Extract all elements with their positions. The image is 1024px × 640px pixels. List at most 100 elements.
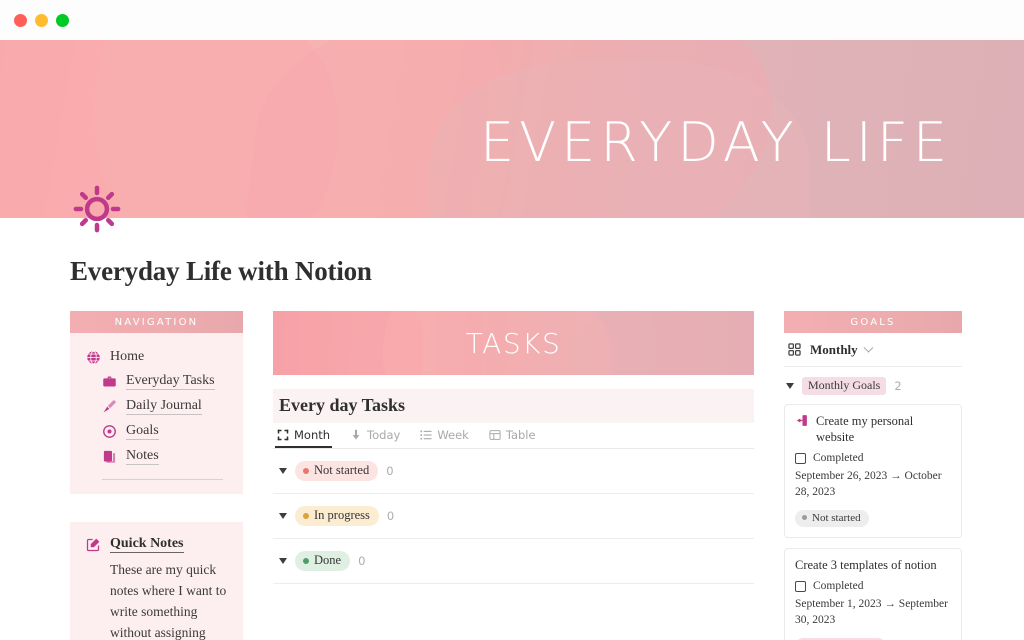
goals-header: GOALS	[784, 311, 962, 333]
goal-card-header: Create 3 templates of notion	[795, 558, 951, 574]
close-button[interactable]	[14, 13, 27, 27]
goals-group-count: 2	[894, 379, 902, 393]
goal-card-checkbox-row[interactable]: Completed	[795, 452, 951, 464]
edit-square-icon	[86, 537, 101, 552]
gallery-icon	[788, 342, 803, 358]
status-group-done[interactable]: Done 0	[273, 539, 754, 584]
sidebar-item-daily-journal[interactable]: Daily Journal	[70, 394, 243, 419]
goals-view-select[interactable]: Monthly	[784, 333, 962, 367]
page-header: Everyday Life with Notion	[0, 185, 1024, 287]
goal-card-checkbox-row[interactable]: Completed	[795, 580, 951, 592]
status-dot	[802, 515, 807, 521]
sidebar-item-home[interactable]: Home	[70, 345, 243, 369]
tasks-banner-title: TASKS	[465, 326, 562, 360]
tab-label: Month	[294, 428, 331, 442]
tasks-database-title-bar: Every day Tasks	[273, 389, 754, 423]
cover-blob	[50, 40, 550, 218]
content-columns: NAVIGATION Home Everyday Tasks Daily Jou…	[0, 287, 1024, 640]
navigation-card: Home Everyday Tasks Daily Journal Goals …	[70, 333, 243, 495]
sidebar-item-everyday-tasks[interactable]: Everyday Tasks	[70, 369, 243, 394]
completed-label: Completed	[813, 580, 864, 593]
goal-status-label: Not started	[812, 511, 861, 524]
today-icon	[350, 429, 362, 441]
sidebar-item-label: Notes	[126, 448, 159, 466]
cover-blob	[0, 40, 361, 218]
sidebar-item-label: Daily Journal	[126, 398, 202, 416]
sidebar-item-notes[interactable]: Notes	[70, 444, 243, 469]
briefcase-icon	[102, 374, 117, 389]
quick-notes-card[interactable]: Quick Notes These are my quick notes whe…	[70, 522, 243, 640]
sidebar-item-label: Home	[110, 349, 145, 364]
sidebar-item-label: Everyday Tasks	[126, 373, 215, 391]
collapse-caret-icon[interactable]	[786, 383, 794, 389]
status-label: In progress	[314, 508, 370, 522]
navigation-header: NAVIGATION	[70, 311, 243, 333]
status-group-not-started[interactable]: Not started 0	[273, 449, 754, 494]
status-count: 0	[386, 464, 394, 478]
status-label: Not started	[314, 463, 370, 477]
minimize-button[interactable]	[35, 13, 48, 27]
status-badge: In progress	[295, 506, 379, 526]
page-title: Everyday Life with Notion	[70, 256, 372, 286]
status-group-in-progress[interactable]: In progress 0	[273, 494, 754, 539]
sidebar-item-label: Goals	[126, 423, 159, 441]
view-tabs: Month Today Week Table	[273, 423, 754, 449]
completed-checkbox[interactable]	[795, 452, 806, 464]
sun-icon[interactable]	[70, 182, 124, 236]
sidebar-item-goals[interactable]: Goals	[70, 419, 243, 444]
login-door-icon	[795, 414, 810, 429]
paintbrush-icon	[102, 399, 117, 414]
status-badge: Done	[295, 551, 351, 571]
maximize-button[interactable]	[56, 13, 69, 27]
status-count: 0	[358, 554, 366, 568]
books-icon	[102, 449, 117, 464]
goal-card-dates: September 1, 2023 → September 30, 2023	[795, 598, 948, 626]
left-column: NAVIGATION Home Everyday Tasks Daily Jou…	[70, 311, 243, 640]
collapse-caret-icon[interactable]	[279, 513, 287, 519]
navigation-divider	[102, 479, 223, 481]
quick-notes-body: These are my quick notes where I want to…	[110, 562, 227, 640]
chevron-down-icon[interactable]	[863, 342, 874, 353]
window-titlebar	[0, 0, 1024, 40]
tasks-database-title: Every day Tasks	[279, 395, 406, 415]
status-dot	[303, 467, 309, 474]
status-count: 0	[386, 509, 395, 523]
goal-card[interactable]: Create my personal website Completed Sep…	[784, 404, 962, 538]
goal-status-badge: Not started	[795, 509, 869, 527]
cover-title: EVERYDAY LIFE	[480, 111, 952, 174]
globe-icon	[86, 350, 101, 365]
status-label: Done	[314, 553, 342, 567]
collapse-caret-icon[interactable]	[279, 558, 287, 564]
tab-label: Today	[367, 428, 401, 442]
goals-group-label: Monthly Goals	[802, 377, 887, 395]
tasks-banner: TASKS	[273, 311, 754, 375]
status-badge: Not started	[295, 461, 379, 481]
goal-card-title: Create my personal website	[816, 414, 914, 444]
tasks-banner-blob	[573, 311, 754, 375]
tab-week[interactable]: Week	[418, 423, 471, 448]
tab-label: Week	[437, 428, 469, 442]
tab-today[interactable]: Today	[348, 423, 402, 448]
list-icon	[420, 429, 432, 441]
status-dot	[303, 557, 309, 564]
goals-column: GOALS Monthly Monthly Goals 2 Create my …	[784, 311, 962, 640]
tab-table[interactable]: Table	[487, 423, 538, 448]
collapse-caret-icon[interactable]	[279, 468, 287, 474]
table-icon	[489, 429, 501, 441]
quick-notes-header: Quick Notes	[86, 536, 227, 554]
status-dot	[303, 512, 309, 519]
tab-month[interactable]: Month	[275, 423, 332, 448]
tab-label: Table	[505, 428, 536, 442]
completed-label: Completed	[813, 452, 864, 465]
tasks-column: TASKS Every day Tasks Month Today Week T…	[273, 311, 754, 584]
cover-banner: EVERYDAY LIFE	[0, 40, 1024, 218]
month-icon	[277, 429, 289, 441]
goal-card-dates: September 26, 2023 → October 28, 2023	[795, 470, 942, 498]
quick-notes-title: Quick Notes	[110, 536, 184, 554]
goals-view-label: Monthly	[810, 342, 858, 357]
goals-group-row[interactable]: Monthly Goals 2	[784, 367, 962, 404]
completed-checkbox[interactable]	[795, 580, 806, 592]
goal-card[interactable]: Create 3 templates of notion Completed S…	[784, 547, 962, 640]
tasks-banner-blob	[273, 311, 423, 375]
goal-card-header: Create my personal website	[795, 414, 951, 445]
